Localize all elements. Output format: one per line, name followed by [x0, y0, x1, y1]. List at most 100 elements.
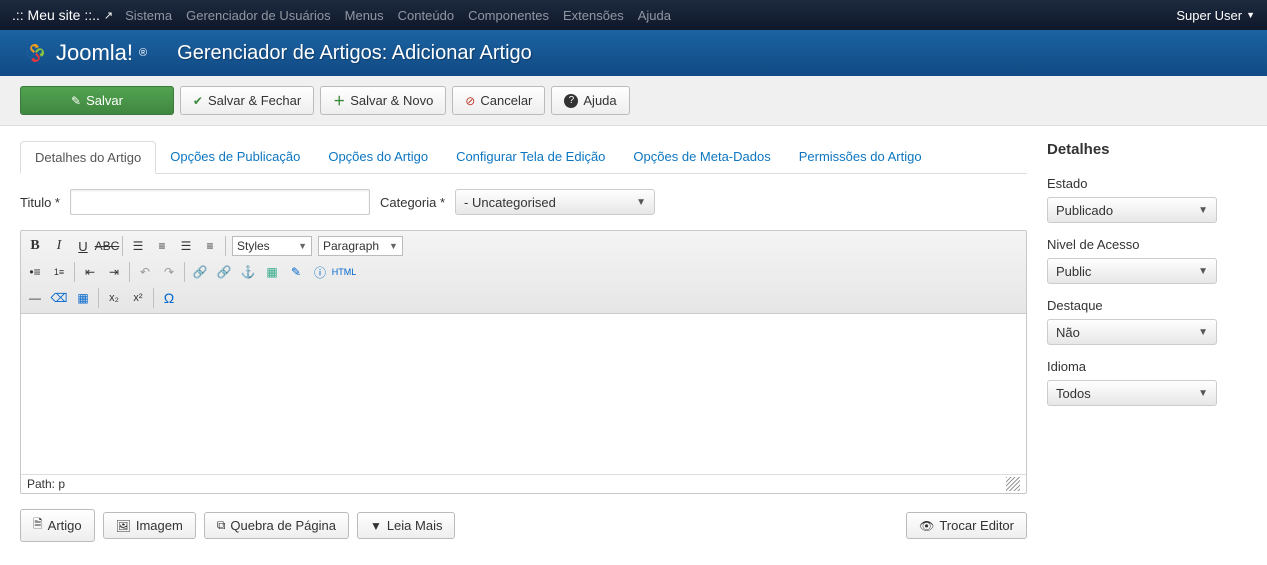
chevron-down-icon: ▼: [1198, 327, 1208, 338]
outdent-button[interactable]: ⇤: [79, 261, 101, 283]
editor-textarea[interactable]: [21, 314, 1026, 474]
image-button[interactable]: ▦: [261, 261, 283, 283]
destaque-value: Não: [1056, 325, 1080, 340]
check-icon: ✔: [193, 94, 203, 108]
file-icon: 🗎: [33, 515, 43, 536]
image-insert-button[interactable]: 🖼 Imagem: [103, 512, 196, 539]
topnav-item-extensoes[interactable]: Extensões: [563, 8, 624, 23]
superscript-button[interactable]: x²: [127, 287, 149, 309]
align-right-button[interactable]: ☰: [175, 235, 197, 257]
tab-detalhes[interactable]: Detalhes do Artigo: [20, 141, 156, 174]
tab-metadados[interactable]: Opções de Meta-Dados: [619, 141, 784, 173]
site-name-text: .:: Meu site ::..: [12, 7, 100, 23]
topnav-item-usuarios[interactable]: Gerenciador de Usuários: [186, 8, 331, 23]
cleanup-button[interactable]: ✎: [285, 261, 307, 283]
strikethrough-button[interactable]: ABC: [96, 235, 118, 257]
registered-icon: ®: [139, 47, 147, 59]
help-label: Ajuda: [583, 93, 616, 108]
site-name-link[interactable]: .:: Meu site ::.. ↗: [12, 7, 113, 23]
about-button[interactable]: ⓘ: [309, 261, 331, 283]
styles-select[interactable]: Styles▼: [232, 236, 312, 256]
charmap-button[interactable]: Ω: [158, 287, 180, 309]
acesso-select[interactable]: Public ▼: [1047, 258, 1217, 284]
save-new-button[interactable]: ＋ Salvar & Novo: [320, 86, 446, 115]
user-menu[interactable]: Super User ▼: [1176, 8, 1255, 23]
topnav-item-sistema[interactable]: Sistema: [125, 8, 172, 23]
help-button[interactable]: ? Ajuda: [551, 86, 629, 115]
plus-icon: ＋: [333, 92, 345, 109]
table-button[interactable]: ▦: [72, 287, 94, 309]
cancel-button[interactable]: ⊘ Cancelar: [452, 86, 545, 115]
hr-button[interactable]: —: [24, 287, 46, 309]
topnav-item-ajuda[interactable]: Ajuda: [638, 8, 671, 23]
page-title: Gerenciador de Artigos: Adicionar Artigo: [177, 42, 532, 65]
toggle-editor-button[interactable]: 👁 Trocar Editor: [906, 512, 1027, 539]
topnav-item-conteudo[interactable]: Conteúdo: [398, 8, 454, 23]
align-center-button[interactable]: ≡: [151, 235, 173, 257]
side-heading: Detalhes: [1047, 141, 1247, 158]
number-list-button[interactable]: 1≡: [48, 261, 70, 283]
idioma-label: Idioma: [1047, 359, 1247, 374]
image-icon: 🖼: [116, 519, 131, 533]
save-button[interactable]: ✎ Salvar: [20, 86, 174, 115]
bullet-list-button[interactable]: •≡: [24, 261, 46, 283]
chevron-down-icon: ▼: [1198, 388, 1208, 399]
user-name: Super User: [1176, 8, 1242, 23]
redo-button[interactable]: ↷: [158, 261, 180, 283]
idioma-select[interactable]: Todos ▼: [1047, 380, 1217, 406]
removeformat-button[interactable]: ⌫: [48, 287, 70, 309]
save-new-label: Salvar & Novo: [350, 93, 433, 108]
align-justify-button[interactable]: ≡: [199, 235, 221, 257]
editor-buttons-row: 🗎 Artigo 🖼 Imagem ⧉ Quebra de Página ▼ L…: [20, 509, 1027, 542]
format-select[interactable]: Paragraph▼: [318, 236, 403, 256]
joomla-logo[interactable]: Joomla! ®: [20, 38, 147, 68]
chevron-down-icon: ▼: [1246, 10, 1255, 20]
title-input[interactable]: [70, 189, 370, 215]
cancel-label: Cancelar: [480, 93, 532, 108]
unlink-button[interactable]: 🔗: [213, 261, 235, 283]
html-button[interactable]: HTML: [333, 261, 355, 283]
anchor-button[interactable]: ⚓: [237, 261, 259, 283]
copy-icon: ⧉: [217, 518, 226, 533]
category-label: Categoria *: [380, 195, 445, 210]
action-toolbar: ✎ Salvar ✔ Salvar & Fechar ＋ Salvar & No…: [0, 76, 1267, 126]
bold-button[interactable]: B: [24, 235, 46, 257]
eye-icon: 👁: [919, 519, 934, 533]
estado-label: Estado: [1047, 176, 1247, 191]
idioma-value: Todos: [1056, 386, 1091, 401]
topnav-item-menus[interactable]: Menus: [345, 8, 384, 23]
main-column: Detalhes do Artigo Opções de Publicação …: [20, 141, 1027, 542]
tab-permissoes[interactable]: Permissões do Artigo: [785, 141, 936, 173]
editor-path: Path: p: [27, 477, 65, 491]
pagebreak-button[interactable]: ⧉ Quebra de Página: [204, 512, 349, 539]
editor-resize-handle[interactable]: [1006, 477, 1020, 491]
tab-edicao[interactable]: Configurar Tela de Edição: [442, 141, 619, 173]
chevron-down-icon: ▼: [370, 519, 382, 533]
indent-button[interactable]: ⇥: [103, 261, 125, 283]
subscript-button[interactable]: x₂: [103, 287, 125, 309]
title-category-row: Titulo * Categoria * - Uncategorised ▼: [20, 189, 1027, 215]
align-left-button[interactable]: ☰: [127, 235, 149, 257]
link-button[interactable]: 🔗: [189, 261, 211, 283]
cancel-icon: ⊘: [465, 94, 475, 108]
category-select[interactable]: - Uncategorised ▼: [455, 189, 655, 215]
article-button[interactable]: 🗎 Artigo: [20, 509, 95, 542]
chevron-down-icon: ▼: [636, 197, 646, 208]
underline-button[interactable]: U: [72, 235, 94, 257]
destaque-select[interactable]: Não ▼: [1047, 319, 1217, 345]
category-value: - Uncategorised: [464, 195, 556, 210]
italic-button[interactable]: I: [48, 235, 70, 257]
acesso-value: Public: [1056, 264, 1091, 279]
undo-button[interactable]: ↶: [134, 261, 156, 283]
save-close-button[interactable]: ✔ Salvar & Fechar: [180, 86, 314, 115]
estado-select[interactable]: Publicado ▼: [1047, 197, 1217, 223]
acesso-label: Nivel de Acesso: [1047, 237, 1247, 252]
topnav-item-componentes[interactable]: Componentes: [468, 8, 549, 23]
joomla-logo-text: Joomla!: [56, 40, 133, 66]
readmore-button[interactable]: ▼ Leia Mais: [357, 512, 456, 539]
tab-artigo[interactable]: Opções do Artigo: [314, 141, 442, 173]
content-area: Detalhes do Artigo Opções de Publicação …: [0, 126, 1267, 557]
tab-publicacao[interactable]: Opções de Publicação: [156, 141, 314, 173]
external-link-icon: ↗: [104, 9, 113, 22]
help-icon: ?: [564, 94, 578, 108]
